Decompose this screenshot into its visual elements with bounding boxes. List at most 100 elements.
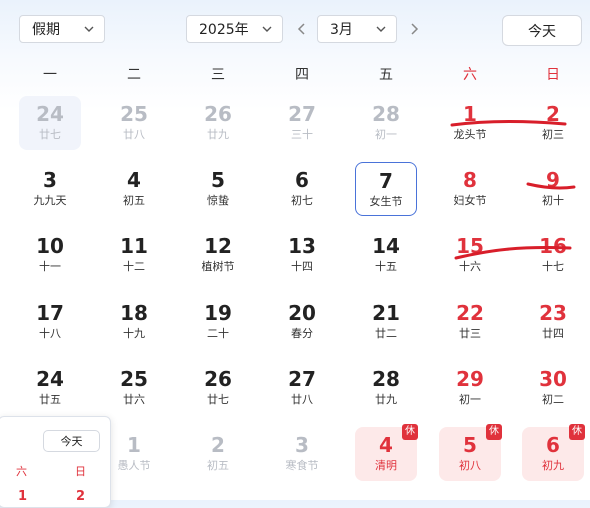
day-number: 25	[120, 102, 148, 126]
day-cell[interactable]: 19 二十	[187, 295, 249, 349]
day-cell[interactable]: 11 十二	[103, 228, 165, 282]
day-cell[interactable]: 4 清明休	[355, 424, 418, 481]
month-select[interactable]: 3月	[317, 15, 397, 43]
lunar-date: 廿九	[375, 393, 397, 406]
day-number: 29	[456, 367, 484, 391]
day-number: 28	[372, 367, 400, 391]
today-button[interactable]: 今天	[502, 15, 582, 46]
day-cell[interactable]: 25 廿八	[103, 96, 165, 150]
day-cell[interactable]: 30 初二	[522, 361, 584, 415]
lunar-date: 初五	[207, 459, 229, 472]
day-cell[interactable]: 29 初一	[439, 361, 501, 415]
mini-day[interactable]: 2	[76, 489, 85, 504]
lunar-date: 廿七	[207, 393, 229, 406]
day-cell[interactable]: 2 初五	[187, 427, 249, 481]
day-number: 20	[288, 301, 316, 325]
day-number: 27	[288, 367, 316, 391]
day-cell[interactable]: 6 初九休	[522, 424, 585, 481]
day-cell[interactable]: 26 廿七	[187, 361, 249, 415]
day-cell[interactable]: 24 廿七	[19, 96, 81, 150]
day-number: 30	[539, 367, 567, 391]
day-number: 8	[463, 168, 477, 192]
weekday-label: 四	[295, 67, 309, 83]
month-select-label: 3月	[330, 22, 353, 38]
day-cell[interactable]: 25 廿六	[103, 361, 165, 415]
day-cell[interactable]: 28 廿九	[355, 361, 417, 415]
day-cell[interactable]: 7 女生节	[355, 162, 417, 216]
day-cell[interactable]: 6 初七	[271, 162, 333, 216]
next-month-button[interactable]	[407, 22, 421, 36]
day-number: 5	[211, 168, 225, 192]
day-number: 24	[36, 367, 64, 391]
day-cell[interactable]: 5 惊蛰	[187, 162, 249, 216]
day-cell[interactable]: 9 初十	[522, 162, 584, 216]
lunar-date: 十九	[123, 327, 145, 340]
lunar-date: 初二	[542, 393, 564, 406]
day-number: 15	[456, 234, 484, 258]
day-number: 6	[295, 168, 309, 192]
day-cell[interactable]: 16 十七	[522, 228, 584, 282]
day-cell[interactable]: 2 初三	[522, 96, 584, 150]
day-number: 1	[463, 102, 477, 126]
lunar-date: 初五	[123, 194, 145, 207]
lunar-date: 廿四	[542, 327, 564, 340]
day-number: 26	[204, 102, 232, 126]
day-cell[interactable]: 8 妇女节	[439, 162, 501, 216]
chevron-down-icon	[376, 26, 386, 32]
day-cell[interactable]: 4 初五	[103, 162, 165, 216]
day-number: 14	[372, 234, 400, 258]
lunar-date: 廿三	[459, 327, 481, 340]
prev-month-button[interactable]	[295, 22, 309, 36]
day-cell[interactable]: 18 十九	[103, 295, 165, 349]
day-cell[interactable]: 12 植树节	[187, 228, 249, 282]
chevron-down-icon	[84, 26, 94, 32]
day-number: 28	[372, 102, 400, 126]
lunar-date: 十八	[39, 327, 61, 340]
day-cell[interactable]: 10 十一	[19, 228, 81, 282]
lunar-date: 初七	[291, 194, 313, 207]
day-number: 26	[204, 367, 232, 391]
lunar-date: 二十	[207, 327, 229, 340]
weekday-label: 六	[463, 67, 477, 83]
day-number: 11	[120, 234, 148, 258]
mini-today-button[interactable]: 今天	[43, 430, 100, 452]
chevron-down-icon	[262, 26, 272, 32]
day-cell[interactable]: 28 初一	[355, 96, 417, 150]
lunar-date: 十五	[375, 260, 397, 273]
lunar-date: 十二	[123, 260, 145, 273]
day-cell[interactable]: 13 十四	[271, 228, 333, 282]
day-cell[interactable]: 1 愚人节	[103, 427, 165, 481]
day-cell[interactable]: 27 廿八	[271, 361, 333, 415]
lunar-date: 廿二	[375, 327, 397, 340]
day-cell[interactable]: 15 十六	[439, 228, 501, 282]
day-cell[interactable]: 14 十五	[355, 228, 417, 282]
year-select[interactable]: 2025年	[186, 15, 283, 43]
lunar-date: 妇女节	[453, 194, 487, 207]
day-number: 3	[295, 433, 309, 457]
day-cell[interactable]: 3 寒食节	[271, 427, 333, 481]
holiday-select[interactable]: 假期	[19, 15, 105, 43]
day-cell[interactable]: 23 廿四	[522, 295, 584, 349]
day-number: 9	[546, 168, 560, 192]
lunar-date: 十四	[291, 260, 313, 273]
day-cell[interactable]: 24 廿五	[19, 361, 81, 415]
weekday-label: 三	[211, 67, 225, 83]
day-cell[interactable]: 17 十八	[19, 295, 81, 349]
lunar-date: 廿八	[123, 128, 145, 141]
day-cell[interactable]: 5 初八休	[439, 424, 502, 481]
year-select-label: 2025年	[199, 22, 249, 38]
day-cell[interactable]: 3 九九天	[19, 162, 81, 216]
lunar-date: 十六	[459, 260, 481, 273]
day-cell[interactable]: 21 廿二	[355, 295, 417, 349]
day-cell[interactable]: 22 廿三	[439, 295, 501, 349]
lunar-date: 九九天	[33, 194, 67, 207]
mini-day[interactable]: 1	[18, 489, 27, 504]
lunar-date: 寒食节	[285, 459, 319, 472]
holiday-rest-badge: 休	[486, 424, 502, 440]
day-cell[interactable]: 1 龙头节	[439, 96, 501, 150]
day-cell[interactable]: 20 春分	[271, 295, 333, 349]
day-cell[interactable]: 27 三十	[271, 96, 333, 150]
day-number: 10	[36, 234, 64, 258]
mini-weekday-label: 六	[16, 465, 27, 478]
day-cell[interactable]: 26 廿九	[187, 96, 249, 150]
